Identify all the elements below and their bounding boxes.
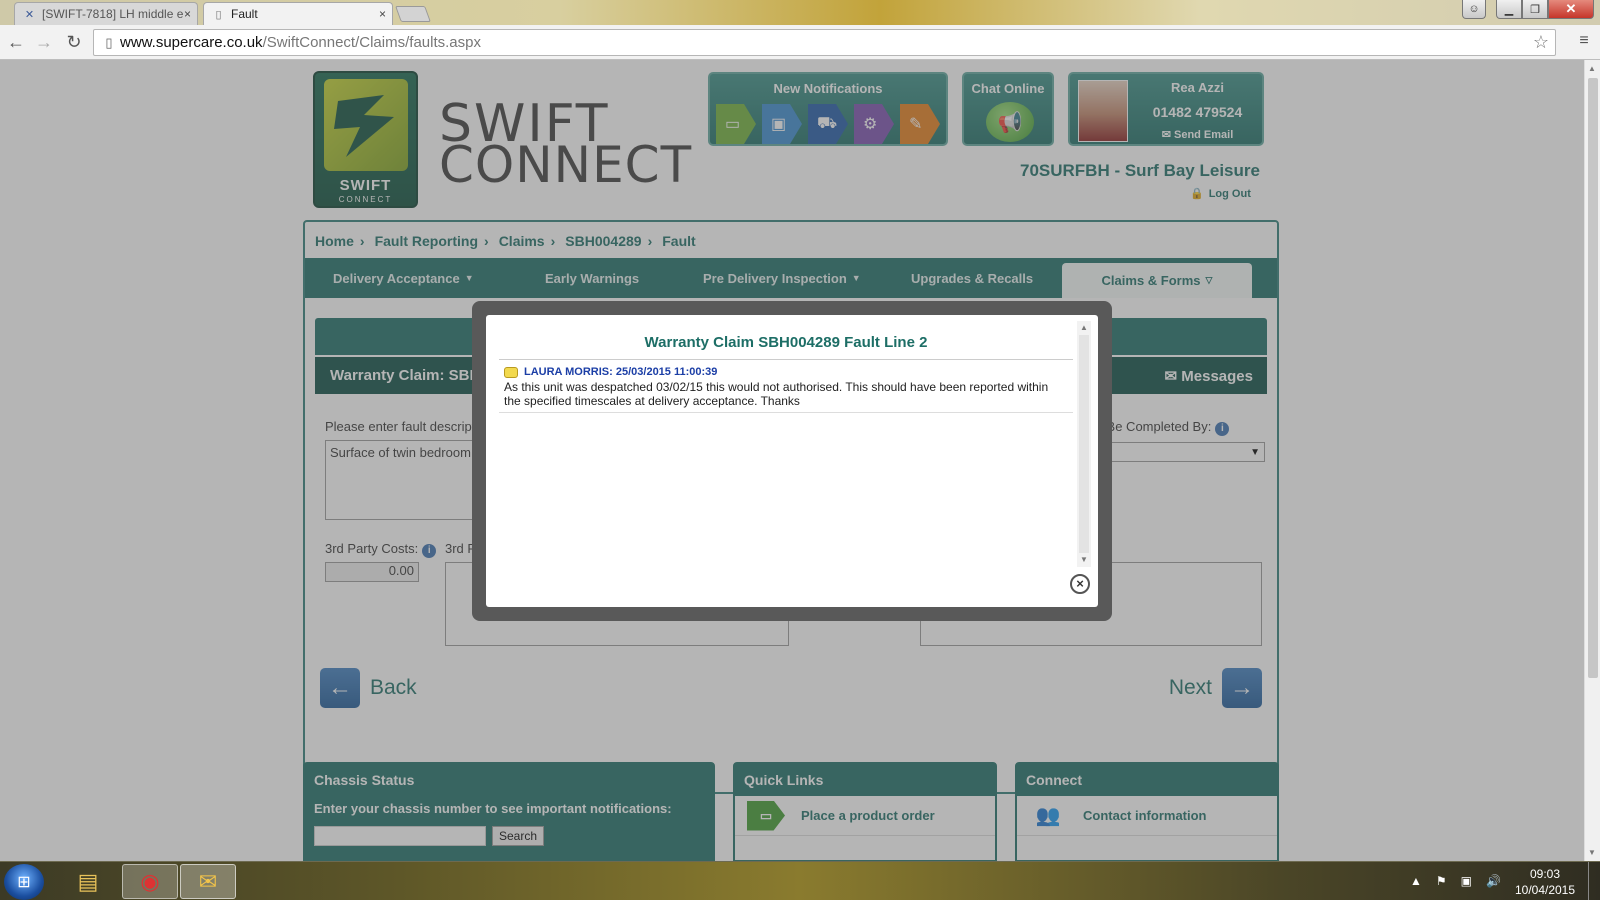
file-explorer-icon[interactable]: ▤ xyxy=(60,864,116,899)
scroll-down-icon[interactable]: ▼ xyxy=(1588,848,1596,857)
web-page: SWIFT CONNECT SWIFT CONNECT New Notifica… xyxy=(0,60,1584,861)
url-path: /SwiftConnect/Claims/faults.aspx xyxy=(262,34,481,51)
url-host: www.supercare.co.uk xyxy=(120,34,263,51)
chrome-icon[interactable]: ◉ xyxy=(122,864,178,899)
minimize-icon[interactable]: ▁ xyxy=(1496,0,1522,19)
taskbar-clock[interactable]: 09:03 10/04/2015 xyxy=(1510,866,1580,898)
scroll-up-icon[interactable]: ▲ xyxy=(1588,64,1596,73)
user-profile-icon[interactable]: ☺ xyxy=(1462,0,1486,19)
system-tray: ▲ ⚑ ▣ 🔊 xyxy=(1410,874,1501,888)
forward-arrow-icon[interactable]: → xyxy=(33,31,55,53)
window-close-icon[interactable]: ✕ xyxy=(1548,0,1594,19)
clock-date: 10/04/2015 xyxy=(1514,883,1576,897)
modal-scroll-thumb[interactable] xyxy=(1079,335,1089,553)
divider xyxy=(499,412,1073,413)
show-desktop-button[interactable] xyxy=(1588,862,1600,900)
maximize-icon[interactable]: ❐ xyxy=(1522,0,1548,19)
modal-scrollbar[interactable]: ▲ ▼ xyxy=(1077,321,1091,567)
message-meta: LAURA MORRIS: 25/03/2015 11:00:39 xyxy=(504,366,1064,378)
modal-close-button[interactable]: × xyxy=(1070,574,1090,594)
fault-messages-modal: Warranty Claim SBH004289 Fault Line 2 LA… xyxy=(486,315,1098,607)
clock-time: 09:03 xyxy=(1529,867,1561,881)
new-tab-button[interactable] xyxy=(395,6,431,22)
tray-expand-icon[interactable]: ▲ xyxy=(1410,874,1422,888)
windows-taskbar: ⊞ ▤ ◉ ✉ ▲ ⚑ ▣ 🔊 09:03 10/04/2015 xyxy=(0,861,1600,900)
start-button[interactable]: ⊞ xyxy=(4,864,44,900)
close-tab-icon[interactable]: × xyxy=(184,7,191,21)
modal-title: Warranty Claim SBH004289 Fault Line 2 xyxy=(644,334,928,351)
browser-tab-bar: ✕ [SWIFT-7818] LH middle e × ▯ Fault × ☺… xyxy=(0,0,1600,25)
message-author: LAURA MORRIS: 25/03/2015 11:00:39 xyxy=(524,366,718,378)
browser-toolbar: ← → ↻ ▯ www.supercare.co.uk/SwiftConnect… xyxy=(0,25,1600,60)
address-bar[interactable]: ▯ www.supercare.co.uk/SwiftConnect/Claim… xyxy=(93,29,1556,56)
page-scrollbar[interactable]: ▲ ▼ xyxy=(1584,60,1600,861)
browser-tab-jira[interactable]: ✕ [SWIFT-7818] LH middle e × xyxy=(14,2,198,25)
page-icon: ▯ xyxy=(105,34,113,50)
page-scroll-thumb[interactable] xyxy=(1588,78,1598,678)
tab-title: Fault xyxy=(231,7,258,21)
back-arrow-icon[interactable]: ← xyxy=(5,31,27,53)
close-tab-icon[interactable]: × xyxy=(379,7,386,21)
divider xyxy=(499,359,1073,360)
message-text: As this unit was despatched 03/02/15 thi… xyxy=(504,380,1049,408)
network-icon[interactable]: ▣ xyxy=(1461,874,1472,888)
tab-title: [SWIFT-7818] LH middle e xyxy=(42,7,184,21)
browser-menu-icon[interactable]: ≡ xyxy=(1574,32,1594,52)
outlook-icon[interactable]: ✉ xyxy=(180,864,236,899)
jira-icon: ✕ xyxy=(24,8,35,21)
speech-bubble-icon xyxy=(504,366,518,378)
scroll-up-icon[interactable]: ▲ xyxy=(1080,323,1088,332)
message-entry: LAURA MORRIS: 25/03/2015 11:00:39 As thi… xyxy=(504,366,1064,408)
bookmark-star-icon[interactable]: ☆ xyxy=(1533,32,1549,53)
reload-icon[interactable]: ↻ xyxy=(63,31,85,53)
modal-frame: Warranty Claim SBH004289 Fault Line 2 LA… xyxy=(472,301,1112,621)
flag-icon[interactable]: ⚑ xyxy=(1436,874,1447,888)
scroll-down-icon[interactable]: ▼ xyxy=(1080,555,1088,564)
page-icon: ▯ xyxy=(215,8,222,21)
browser-tab-fault[interactable]: ▯ Fault × xyxy=(203,2,393,25)
volume-icon[interactable]: 🔊 xyxy=(1486,874,1501,888)
